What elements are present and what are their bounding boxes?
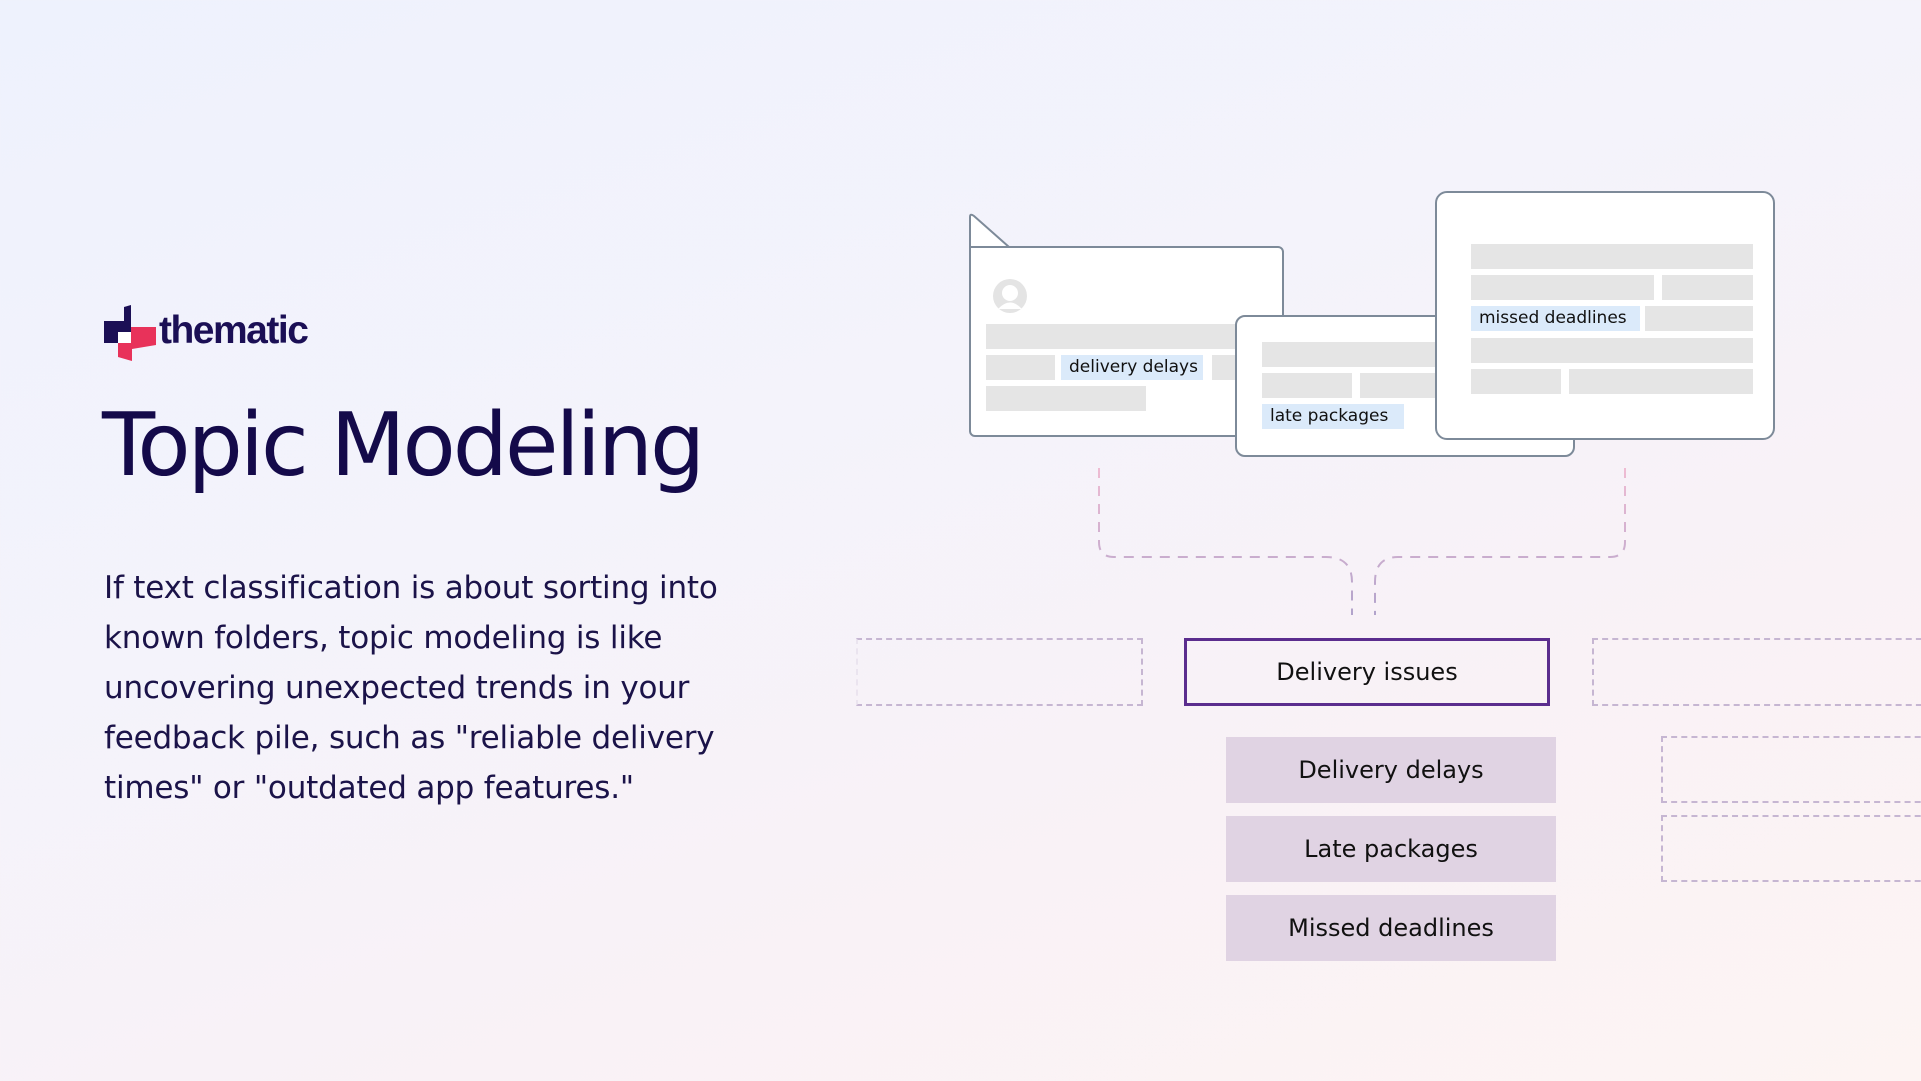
subtopic-box: Missed deadlines [1226,895,1556,961]
text-placeholder [1471,275,1654,300]
ghost-topic-box [1592,638,1921,706]
text-placeholder [1471,338,1753,363]
description-text: If text classification is about sorting … [104,570,718,806]
text-placeholder [1471,244,1753,269]
text-placeholder [986,386,1146,411]
text-placeholder [986,355,1055,380]
highlight-chip: missed deadlines [1471,306,1640,331]
thematic-logo-icon [104,305,156,361]
highlight-chip: late packages [1262,404,1404,429]
main-topic-box: Delivery issues [1184,638,1550,706]
brand-logo: thematic [104,305,309,361]
feedback-card: missed deadlines [1435,191,1775,440]
ghost-subtopic-box [1661,736,1921,803]
text-placeholder [1569,369,1753,394]
user-avatar-icon [993,279,1027,313]
connector-lines [1098,468,1626,615]
ghost-topic-box [856,638,1143,706]
text-placeholder [1262,342,1462,367]
subtopic-box: Delivery delays [1226,737,1556,803]
speech-bubble-tab [969,213,1010,249]
subtopic-box: Late packages [1226,816,1556,882]
text-placeholder [1645,306,1753,331]
text-placeholder [1471,369,1561,394]
text-placeholder [1662,275,1753,300]
brand-name: thematic [159,309,309,352]
ghost-subtopic-box [1661,815,1921,882]
text-placeholder [1262,373,1352,398]
highlight-chip: delivery delays [1061,355,1203,380]
connector-right [1374,468,1626,615]
page-title: Topic Modeling [102,394,705,496]
connector-left [1098,468,1353,615]
